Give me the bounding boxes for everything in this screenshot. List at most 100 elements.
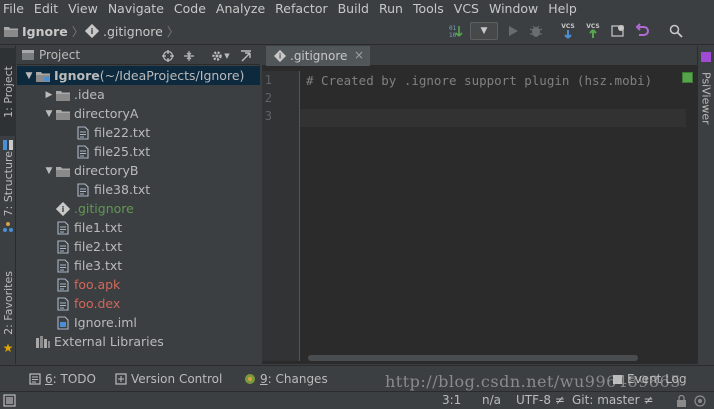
menu-item-analyze[interactable]: Analyze xyxy=(212,0,271,17)
tree-item[interactable]: file2.txt xyxy=(17,237,260,256)
menu-item-navigate[interactable]: Navigate xyxy=(104,0,170,17)
text-file-icon xyxy=(55,220,71,236)
hide-panel-icon[interactable] xyxy=(239,49,253,63)
tab-structure[interactable]: 7: Structure xyxy=(0,144,16,224)
breadcrumb-file[interactable]: i .gitignore 〉 xyxy=(85,22,183,40)
expand-down-icon[interactable]: ▼ xyxy=(43,104,55,123)
tree-item[interactable]: ▼ directoryA xyxy=(17,104,260,123)
horizontal-scrollbar[interactable] xyxy=(306,353,686,363)
menu-item-window[interactable]: Window xyxy=(485,0,544,17)
editor-tab-label: .gitignore xyxy=(290,49,348,63)
tree-item-label: External Libraries xyxy=(54,334,164,349)
tree-item[interactable]: ▶ .idea xyxy=(17,85,260,104)
build-project-icon[interactable]: 01 10 xyxy=(447,22,465,40)
search-everywhere-icon[interactable] xyxy=(667,22,685,40)
lock-icon[interactable] xyxy=(676,394,687,409)
code-editor[interactable]: # Created by .ignore support plugin (hsz… xyxy=(300,71,686,361)
tab-favorites-label: 2: Favorites xyxy=(1,271,15,335)
tree-item[interactable]: file22.txt xyxy=(17,123,260,142)
tree-item[interactable]: ▼ directoryB xyxy=(17,161,260,180)
tree-item[interactable]: Ignore.iml xyxy=(17,313,260,332)
libraries-icon xyxy=(35,334,51,350)
iml-file-icon xyxy=(55,315,71,331)
left-tool-strip: 1: Project 7: Structure 2: Favorites ★ xyxy=(0,46,16,364)
gitignore-icon: i xyxy=(55,201,71,217)
tree-item[interactable]: file3.txt xyxy=(17,256,260,275)
changes-key: 9 xyxy=(260,372,268,386)
tab-version-control[interactable]: Version Control xyxy=(115,370,222,388)
tree-item-label: file38.txt xyxy=(94,182,151,197)
git-branch[interactable]: Git: master ≠ xyxy=(572,393,653,407)
folder-icon xyxy=(55,87,71,103)
tree-item[interactable]: i .gitignore xyxy=(17,199,260,218)
menu-item-file[interactable]: File xyxy=(0,0,30,17)
tab-psiviewer[interactable]: PsiViewer xyxy=(698,64,714,132)
file-encoding[interactable]: UTF-8 ≠ xyxy=(516,393,565,407)
collapse-all-icon[interactable] xyxy=(182,49,196,63)
project-panel-title: Project xyxy=(39,48,81,62)
tab-favorites[interactable]: 2: Favorites xyxy=(0,266,16,340)
undo-icon[interactable] xyxy=(633,22,651,40)
gitignore-icon: i xyxy=(85,24,99,38)
tool-windows-icon[interactable] xyxy=(3,394,16,409)
debug-icon[interactable] xyxy=(527,22,545,40)
todo-icon xyxy=(29,373,41,385)
navigation-bar: Ignore 〉 i .gitignore 〉 01 10 ▼ VCS VCS xyxy=(0,17,714,45)
menu-item-view[interactable]: View xyxy=(64,0,104,17)
expand-down-icon[interactable]: ▼ xyxy=(43,161,55,180)
menu-item-run[interactable]: Run xyxy=(375,0,409,17)
tab-structure-label: 7: Structure xyxy=(1,151,15,217)
changes-icon xyxy=(245,374,255,384)
breadcrumb-project[interactable]: Ignore 〉 xyxy=(3,22,88,40)
tree-item[interactable]: file38.txt xyxy=(17,180,260,199)
chevron-down-icon[interactable]: ▼ xyxy=(223,49,231,63)
menu-item-refactor[interactable]: Refactor xyxy=(271,0,333,17)
tab-project[interactable]: 1: Project xyxy=(0,48,16,136)
text-file-icon xyxy=(75,182,91,198)
run-configuration-dropdown[interactable]: ▼ xyxy=(470,22,498,40)
tree-item-label: file1.txt xyxy=(74,220,123,235)
menu-item-code[interactable]: Code xyxy=(170,0,212,17)
project-tool-window: Project ▼ ▼ Ignore (~/IdeaProjects/Ignore… xyxy=(17,46,260,364)
editor-area: i .gitignore × 1 2 3 # Created by .ignor… xyxy=(262,46,697,364)
inspector-icon[interactable] xyxy=(694,395,706,409)
close-icon[interactable]: × xyxy=(354,48,364,62)
menu-item-edit[interactable]: Edit xyxy=(30,0,64,17)
vcs-commit-icon[interactable]: VCS xyxy=(584,22,602,40)
gear-icon[interactable] xyxy=(210,49,224,63)
tab-todo[interactable]: 6: TODO xyxy=(29,370,96,388)
code-line[interactable]: # Created by .ignore support plugin (hsz… xyxy=(306,73,652,91)
text-file-icon xyxy=(55,239,71,255)
menu-item-vcs[interactable]: VCS xyxy=(450,0,485,17)
status-bar: 3:1 n/a UTF-8 ≠ Git: master ≠ xyxy=(0,391,714,409)
hierarchy-icon xyxy=(0,220,16,234)
tree-item[interactable]: ▼ Ignore (~/IdeaProjects/Ignore) xyxy=(17,66,260,85)
expand-down-icon[interactable]: ▼ xyxy=(23,66,35,85)
tree-item[interactable]: file1.txt xyxy=(17,218,260,237)
menu-item-help[interactable]: Help xyxy=(544,0,583,17)
changes-label: : Changes xyxy=(267,372,328,386)
tab-psiviewer-label: PsiViewer xyxy=(699,71,713,125)
editor-tab-gitignore[interactable]: i .gitignore × xyxy=(266,46,370,66)
menu-bar: File Edit View Navigate Code Analyze Refactor B… xyxy=(0,0,714,17)
tree-item[interactable]: foo.dex xyxy=(17,294,260,313)
tab-project-label: 1: Project xyxy=(1,66,15,118)
vcs-update-icon[interactable]: VCS xyxy=(559,22,577,40)
scrollbar-thumb[interactable] xyxy=(308,355,638,361)
menu-item-tools[interactable]: Tools xyxy=(409,0,450,17)
locate-icon[interactable] xyxy=(161,49,175,63)
menu-item-build[interactable]: Build xyxy=(334,0,375,17)
tree-item[interactable]: External Libraries xyxy=(17,332,260,351)
line-separator[interactable]: n/a xyxy=(482,393,501,407)
code-line-current[interactable] xyxy=(300,109,686,127)
caret-position[interactable]: 3:1 xyxy=(442,393,461,407)
expand-right-icon[interactable]: ▶ xyxy=(43,85,55,104)
tree-item[interactable]: foo.apk xyxy=(17,275,260,294)
inspection-ok-marker[interactable] xyxy=(682,72,693,83)
vcs-history-icon[interactable] xyxy=(609,22,627,40)
tree-item[interactable]: file25.txt xyxy=(17,142,260,161)
todo-key: 6 xyxy=(45,372,53,386)
tab-changes[interactable]: 9: Changes xyxy=(244,370,328,388)
run-icon[interactable] xyxy=(504,22,522,40)
